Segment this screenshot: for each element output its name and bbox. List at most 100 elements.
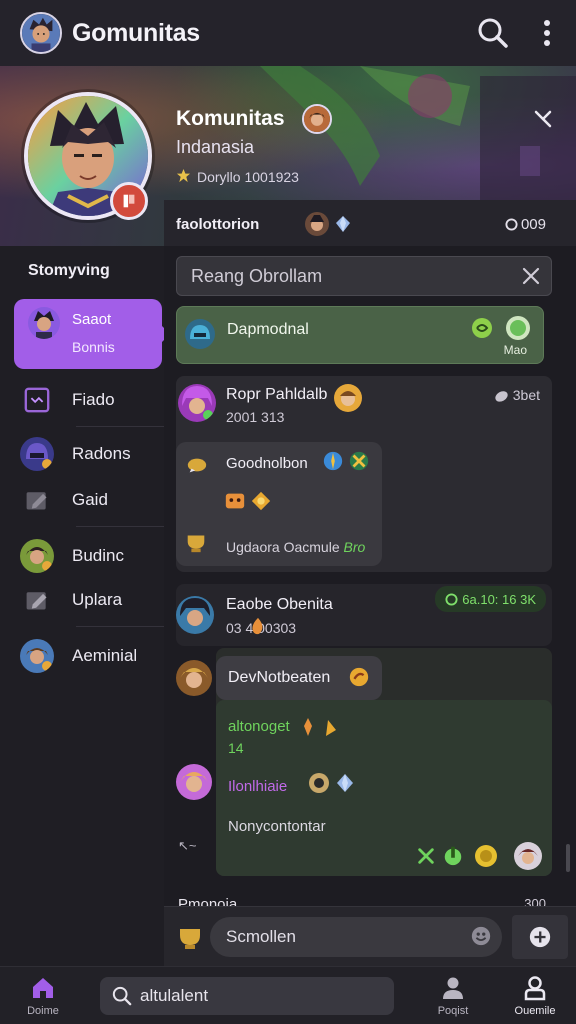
sparkle-icon[interactable] xyxy=(416,846,436,871)
sidebar-item-aeminial[interactable]: Aeminial xyxy=(20,634,162,678)
sidebar-item-label: Aeminial xyxy=(72,646,138,665)
nav-account[interactable]: Ouemile xyxy=(500,975,570,1021)
post-card: Ropr Pahldalb 2001 313 3bet Goodnolbon U… xyxy=(176,376,552,572)
feed-search xyxy=(176,256,552,296)
member-avatar[interactable] xyxy=(305,212,330,236)
thread-line: Ilonlhiaie xyxy=(228,778,288,795)
counter-icon xyxy=(505,217,518,231)
more-vertical-icon[interactable] xyxy=(534,16,560,50)
map-pin-icon xyxy=(322,450,344,477)
sidebar-heading: Stomyving xyxy=(28,262,110,279)
sidebar-item-label: Fiado xyxy=(72,390,115,409)
plus-circle-icon xyxy=(529,926,551,948)
search-input[interactable] xyxy=(191,265,511,287)
search-icon xyxy=(112,986,132,1006)
profile-badge-icon xyxy=(110,182,148,220)
sidebar-item-budinc[interactable]: Budinc xyxy=(20,534,162,578)
thread-line: 14 xyxy=(228,740,244,756)
nav-profile-label: Poqist xyxy=(437,1005,469,1017)
thread-panel: altonoget 14 Ilonlhiaie Nonycontontar xyxy=(216,700,552,876)
sidebar-item-uplara[interactable]: Uplara xyxy=(20,578,162,622)
star-icon xyxy=(176,168,191,186)
author-avatar[interactable] xyxy=(176,764,212,800)
message-bubble: DevNotbeaten xyxy=(216,656,382,700)
post-time: 2001 313 xyxy=(226,409,285,425)
sidebar-active-subtitle: Bonnis xyxy=(72,339,115,355)
profile-meta: Doryllo 1001923 xyxy=(176,168,299,186)
author-avatar[interactable] xyxy=(176,660,212,696)
coin-icon xyxy=(186,454,208,481)
bottom-search-input[interactable] xyxy=(140,986,380,1006)
profile-name: Komunitas xyxy=(176,107,285,130)
member-count: 009 xyxy=(505,216,546,233)
post-card: Eaobe Obenita 03 4.00303 6a.10: 16 3K xyxy=(176,584,552,646)
message-input[interactable] xyxy=(210,917,502,957)
gem-icon xyxy=(333,214,353,234)
nav-home[interactable]: Doime xyxy=(8,975,78,1021)
author-avatar[interactable] xyxy=(178,384,216,422)
reaction-icon[interactable] xyxy=(471,317,493,339)
sidebar-item-active[interactable]: Saaot Bonnis xyxy=(14,299,170,369)
post-author: Ropr Pahldalb xyxy=(226,386,328,403)
top-app-bar: Gomunitas xyxy=(0,0,576,66)
helmet-avatar-icon xyxy=(20,437,54,471)
thread-line: Nonycontontar xyxy=(228,818,326,835)
scrollbar[interactable] xyxy=(566,844,570,872)
pinned-note: Mao xyxy=(503,343,527,357)
sticker-icon xyxy=(348,450,370,477)
clock-icon xyxy=(445,592,458,606)
clear-icon[interactable] xyxy=(521,266,541,286)
author-avatar[interactable] xyxy=(176,596,214,634)
sidebar-active-title: Saaot xyxy=(72,311,112,328)
sidebar-item-radons[interactable]: Radons xyxy=(20,432,162,476)
post-stat[interactable]: 3bet xyxy=(494,387,540,403)
sidebar-item-label: Gaid xyxy=(72,490,108,509)
sidebar: Stomyving Saaot Bonnis Fiado Radons Gaid… xyxy=(0,246,170,966)
pinned-title: Dapmodnal xyxy=(227,321,309,338)
sidebar-item-label: Radons xyxy=(72,444,131,463)
nav-account-label: Ouemile xyxy=(514,1005,556,1017)
plant-icon[interactable] xyxy=(442,844,464,871)
community-avatar[interactable] xyxy=(302,104,332,134)
sidebar-item-fiado[interactable]: Fiado xyxy=(20,378,162,422)
pinned-avatar xyxy=(185,319,215,349)
search-icon[interactable] xyxy=(476,16,510,50)
coin-icon[interactable] xyxy=(474,844,498,873)
author-badge-avatar xyxy=(334,384,362,412)
sidebar-item-label: Budinc xyxy=(72,546,124,565)
emoji-icon xyxy=(308,772,330,799)
home-icon xyxy=(33,978,53,998)
bubble-title: Goodnolbon xyxy=(226,455,308,472)
profile-region: Indanasia xyxy=(176,137,255,157)
reply-indicator[interactable]: ↖~ xyxy=(178,838,196,854)
add-button[interactable] xyxy=(512,915,568,959)
message-bubble: Goodnolbon Ugdaora Oacmule Bro xyxy=(176,442,382,566)
account-icon xyxy=(524,976,546,1001)
bottom-navigation: Doime Poqist Ouemile xyxy=(0,966,576,1024)
trophy-icon[interactable] xyxy=(176,923,204,956)
emoji-picker-icon[interactable] xyxy=(470,925,492,952)
user-avatar xyxy=(28,307,60,339)
nav-profile[interactable]: Poqist xyxy=(418,975,488,1021)
bottom-search xyxy=(100,977,394,1015)
trophy-icon xyxy=(184,530,208,559)
member-avatar[interactable] xyxy=(514,842,542,870)
emoji-icon xyxy=(348,666,370,693)
status-icon[interactable] xyxy=(505,315,531,341)
close-icon[interactable] xyxy=(530,106,556,132)
thread-line: altonoget xyxy=(228,718,290,735)
user-avatar-icon xyxy=(20,539,54,573)
like-icon xyxy=(495,390,508,402)
bubble-text: DevNotbeaten xyxy=(228,669,331,686)
emoji-icon xyxy=(250,490,272,517)
user-avatar-icon xyxy=(20,639,54,673)
status-badge: 6a.10: 16 3K xyxy=(435,586,546,612)
chat-square-icon xyxy=(20,383,54,417)
post-stat-value: 3bet xyxy=(512,387,540,403)
post-author: Eaobe Obenita xyxy=(226,596,333,613)
bubble-footer-text: Ugdaora Oacmule xyxy=(226,539,340,555)
user-avatar[interactable] xyxy=(20,12,62,54)
sidebar-item-gaid[interactable]: Gaid xyxy=(20,478,162,522)
bubble-footer: Ugdaora Oacmule Bro xyxy=(226,539,365,555)
pinned-message[interactable]: Dapmodnal Mao xyxy=(176,306,544,364)
